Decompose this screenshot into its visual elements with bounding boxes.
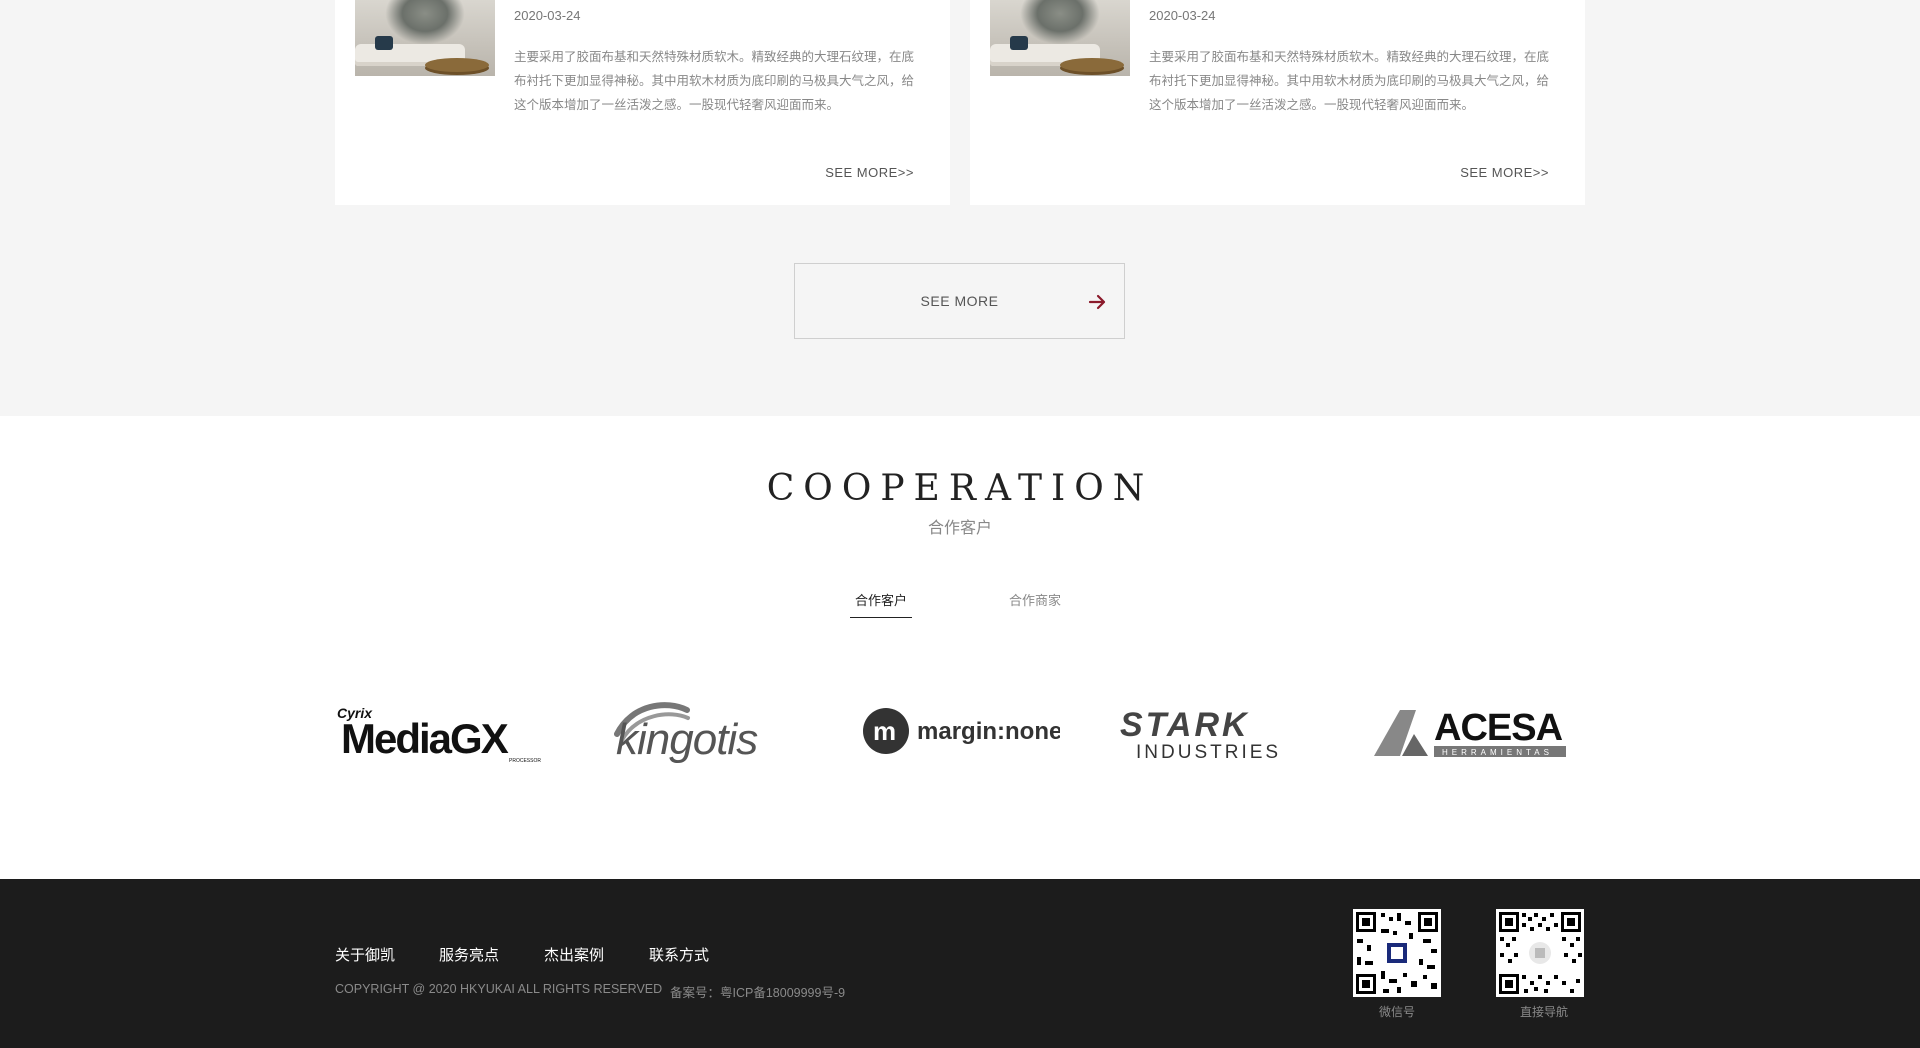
logo-margin-none[interactable]: m margin:none — [850, 696, 1060, 766]
navigation-qr-code — [1496, 909, 1584, 997]
news-summary: 主要采用了胶面布基和天然特殊材质软木。精致经典的大理石纹理，在底布衬托下更加显得… — [514, 50, 915, 112]
wechat-qr-code — [1353, 909, 1441, 997]
stark-logo: STARK INDUSTRIES — [1120, 706, 1281, 763]
news-summary: 主要采用了胶面布基和天然特殊材质软木。精致经典的大理石纹理，在底布衬托下更加显得… — [1149, 50, 1550, 112]
footer: 关于御凯 服务亮点 杰出案例 联系方式 COPYRIGHT @ 2020 HKY… — [0, 879, 1920, 1048]
acesa-sub: HERRAMIENTAS — [1442, 748, 1553, 757]
arrow-right-icon — [1088, 294, 1106, 310]
footer-link-cases[interactable]: 杰出案例 — [544, 944, 604, 965]
section-subtitle: 合作客户 — [927, 520, 992, 537]
navigation-qr-caption: 直接导航 — [1519, 1005, 1568, 1019]
see-more-button[interactable]: SEE MORE — [794, 263, 1125, 339]
news-date: 2020-03-24 — [514, 8, 581, 23]
mediagx-logo: Cyrix MediaGX PROCESSOR — [337, 705, 541, 764]
icp-text[interactable]: 备案号：粤ICP备18009999号-9 — [670, 982, 845, 1001]
mediagx-main: MediaGX — [341, 715, 509, 762]
see-more-label: SEE MORE — [920, 293, 999, 309]
tab-merchants[interactable]: 合作商家 — [1009, 590, 1061, 617]
acesa-main: ACESA — [1434, 707, 1563, 749]
footer-link-about[interactable]: 关于御凯 — [335, 944, 395, 965]
logo-mediagx[interactable]: Cyrix MediaGX PROCESSOR — [335, 696, 545, 766]
kingotis-logo: kingotis — [614, 702, 759, 764]
news-thumbnail[interactable] — [990, 0, 1130, 76]
logo-acesa[interactable]: ACESA HERRAMIENTAS — [1366, 696, 1576, 766]
news-card[interactable]: 2020-03-24 主要采用了胶面布基和天然特殊材质软木。精致经典的大理石纹理… — [335, 0, 950, 205]
margin-none-logo: m margin:none — [863, 708, 1060, 754]
tab-clients[interactable]: 合作客户 — [850, 590, 913, 618]
footer-link-services[interactable]: 服务亮点 — [439, 944, 499, 965]
news-thumbnail[interactable] — [355, 0, 495, 76]
margin-none-mark: m — [873, 716, 896, 746]
wechat-qr-caption: 微信号 — [1378, 1005, 1415, 1019]
stark-sub: INDUSTRIES — [1136, 742, 1281, 763]
copyright-text: COPYRIGHT @ 2020 HKYUKAI ALL RIGHTS RESE… — [335, 982, 663, 996]
kingotis-text: kingotis — [616, 715, 758, 764]
logo-kingotis[interactable]: kingotis — [592, 696, 802, 766]
section-title: COOPERATION — [766, 468, 1154, 509]
news-see-more-link[interactable]: SEE MORE>> — [825, 165, 914, 180]
footer-link-contact[interactable]: 联系方式 — [649, 944, 709, 965]
mediagx-sub: PROCESSOR — [509, 758, 541, 764]
news-date: 2020-03-24 — [1149, 8, 1216, 23]
news-card[interactable]: 2020-03-24 主要采用了胶面布基和天然特殊材质软木。精致经典的大理石纹理… — [970, 0, 1585, 205]
stark-main: STARK — [1120, 706, 1250, 744]
cooperation-section: COOPERATION 合作客户 合作客户 合作商家 Cyrix MediaGX… — [0, 416, 1920, 879]
news-see-more-link[interactable]: SEE MORE>> — [1460, 165, 1549, 180]
logo-stark[interactable]: STARK INDUSTRIES — [1108, 696, 1318, 766]
acesa-logo: ACESA HERRAMIENTAS — [1374, 707, 1566, 757]
news-section: 2020-03-24 主要采用了胶面布基和天然特殊材质软木。精致经典的大理石纹理… — [0, 0, 1920, 416]
margin-none-text: margin:none — [917, 718, 1060, 745]
